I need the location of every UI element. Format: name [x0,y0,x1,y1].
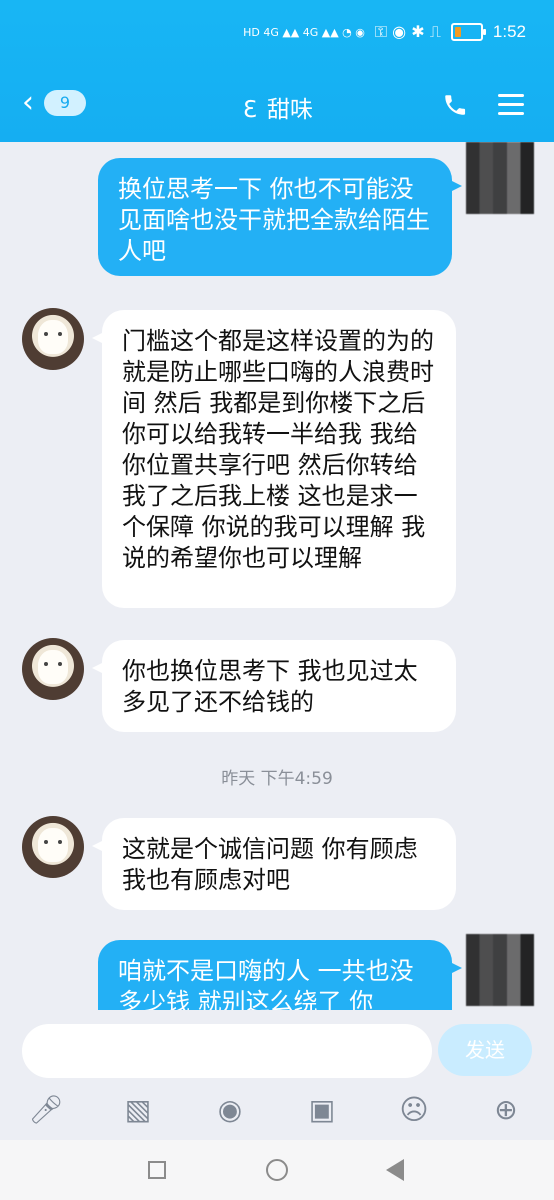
camera-icon[interactable]: ◉ [212,1092,248,1128]
message-bubble-left: 门槛这个都是这样设置的为的就是防止哪些口嗨的人浪费时间 然后 我都是到你楼下之后… [92,310,456,608]
recents-icon[interactable] [148,1161,166,1179]
send-button[interactable]: 发送 [438,1024,532,1076]
phone-call-icon[interactable] [442,92,468,118]
signal-icons: HD 4G ▲▲ 4G ▲▲ ◔ ◉ [243,25,365,39]
chat-area: 换位思考一下 你也不可能没见面啥也没干就把全款给陌生人吧 门槛这个都是这样设置的… [0,142,554,1010]
contact-name: 甜味 [267,97,313,123]
my-avatar [466,934,534,1006]
clock: 1:52 [492,22,526,41]
chat-header: ‹ 9 ℇ 甜味 [0,82,554,126]
battery-icon [450,23,486,41]
top-bar: HD 4G ▲▲ 4G ▲▲ ◔ ◉ ⚿ ◉ ✱ ⎍ 1:52 ‹ 9 ℇ 甜味 [0,0,554,142]
contact-avatar [22,816,84,878]
message-bubble-right: 换位思考一下 你也不可能没见面啥也没干就把全款给陌生人吧 [98,158,462,276]
plus-icon[interactable]: ⊕ [488,1092,524,1128]
message-timestamp: 昨天 下午4:59 [221,769,333,789]
message-bubble-left: 这就是个诚信问题 你有顾虑我也有顾虑对吧 [92,818,456,910]
back-nav-icon[interactable] [386,1159,404,1181]
message-bubble-right: 咱就不是口嗨的人 一共也没多少钱 就别这么绕了 你 [98,940,462,1010]
wallet-icon[interactable]: ▣ [304,1092,340,1128]
composer-toolbar: 🎤︎ ▧ ◉ ▣ ☹ ⊕ [0,1084,554,1140]
contact-avatar [22,638,84,700]
contact-avatar [22,308,84,370]
android-nav-bar [0,1140,554,1200]
system-icons: ⚿ ◉ ✱ ⎍ [374,22,441,41]
chat-title: ℇ 甜味 [0,90,554,124]
menu-icon[interactable] [498,94,524,116]
message-bubble-left: 你也换位思考下 我也见过太多见了还不给钱的 [92,640,456,732]
mic-icon[interactable]: 🎤︎ [28,1092,64,1128]
emoji-icon[interactable]: ☹ [396,1092,432,1128]
status-bar: HD 4G ▲▲ 4G ▲▲ ◔ ◉ ⚿ ◉ ✱ ⎍ 1:52 [243,22,526,42]
message-input[interactable] [22,1024,432,1078]
home-icon[interactable] [266,1159,288,1181]
my-avatar [466,142,534,214]
ear-icon: ℇ [242,97,258,123]
image-icon[interactable]: ▧ [120,1092,156,1128]
